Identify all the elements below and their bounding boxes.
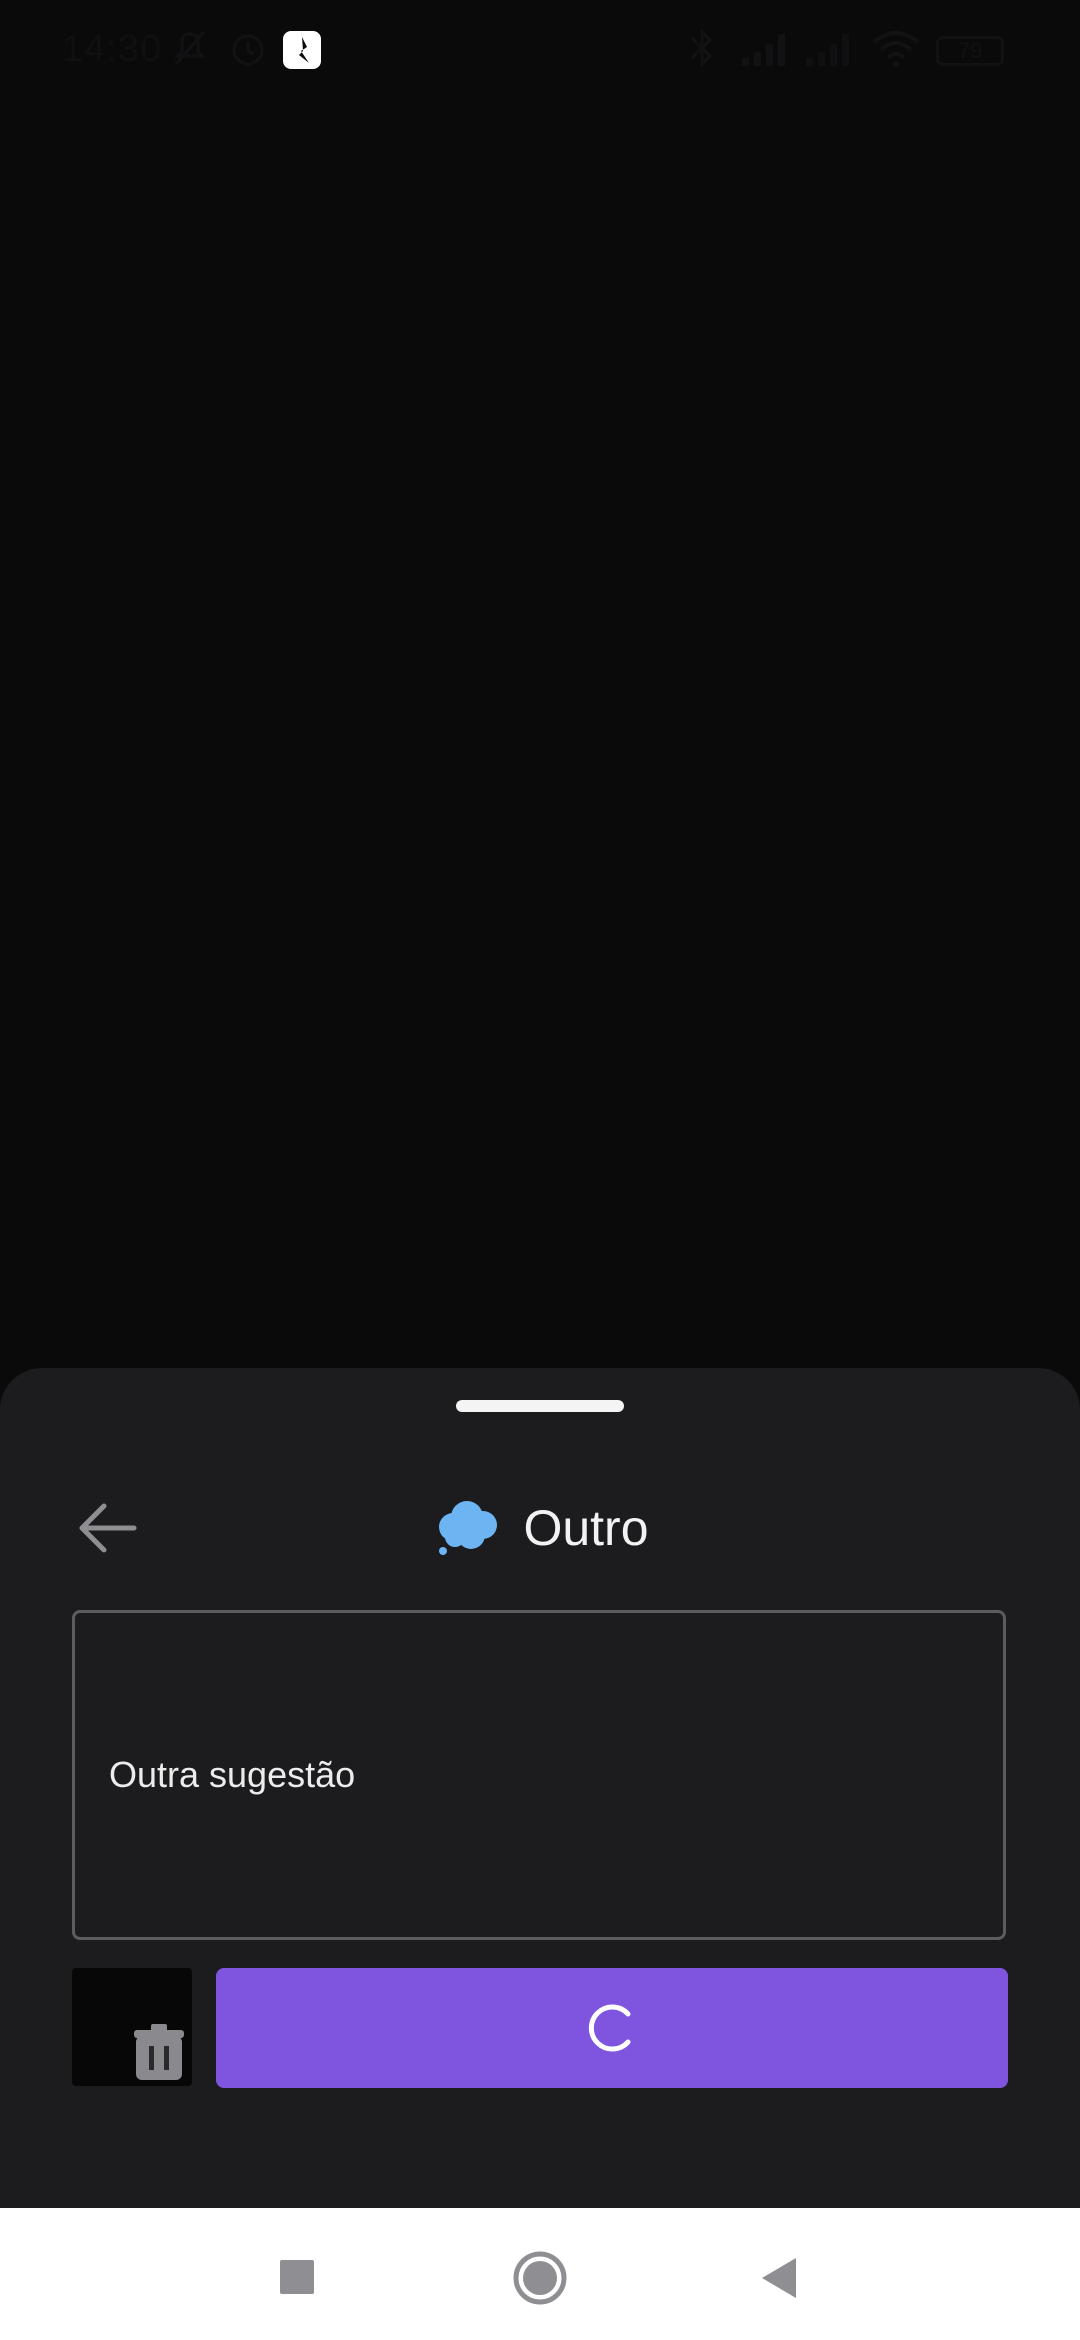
feedback-sheet: Outro Outra sugestão bbox=[0, 1368, 1080, 2208]
status-bar: 14:30 79 bbox=[0, 0, 1080, 100]
drag-handle[interactable] bbox=[456, 1400, 624, 1412]
sheet-header: Outro bbox=[0, 1488, 1080, 1568]
back-nav-button[interactable] bbox=[752, 2248, 812, 2308]
alarm-icon bbox=[232, 34, 264, 66]
feedback-textarea[interactable]: Outra sugestão bbox=[72, 1610, 1006, 1940]
feedback-text: Outra sugestão bbox=[109, 1754, 356, 1795]
screenshot-thumbnail[interactable] bbox=[72, 1968, 192, 2086]
sheet-title: Outro bbox=[523, 1500, 649, 1556]
submit-button[interactable] bbox=[216, 1968, 1008, 2088]
signal-icon bbox=[742, 34, 785, 66]
home-button[interactable] bbox=[510, 2248, 570, 2308]
navigation-bar bbox=[0, 2208, 1080, 2340]
loading-spinner-icon bbox=[588, 2004, 631, 2052]
wifi-icon bbox=[872, 31, 920, 67]
app-notification-icon bbox=[283, 31, 321, 69]
thought-bubble-icon bbox=[439, 1501, 498, 1555]
bluetooth-icon bbox=[690, 28, 713, 68]
recent-apps-button[interactable] bbox=[268, 2248, 328, 2308]
trash-icon[interactable] bbox=[134, 2024, 184, 2080]
mute-icon bbox=[174, 31, 206, 65]
battery-icon: 79 bbox=[936, 36, 1004, 66]
status-time: 14:30 bbox=[62, 28, 163, 70]
signal-2-icon bbox=[806, 34, 849, 66]
battery-level: 79 bbox=[957, 38, 983, 63]
